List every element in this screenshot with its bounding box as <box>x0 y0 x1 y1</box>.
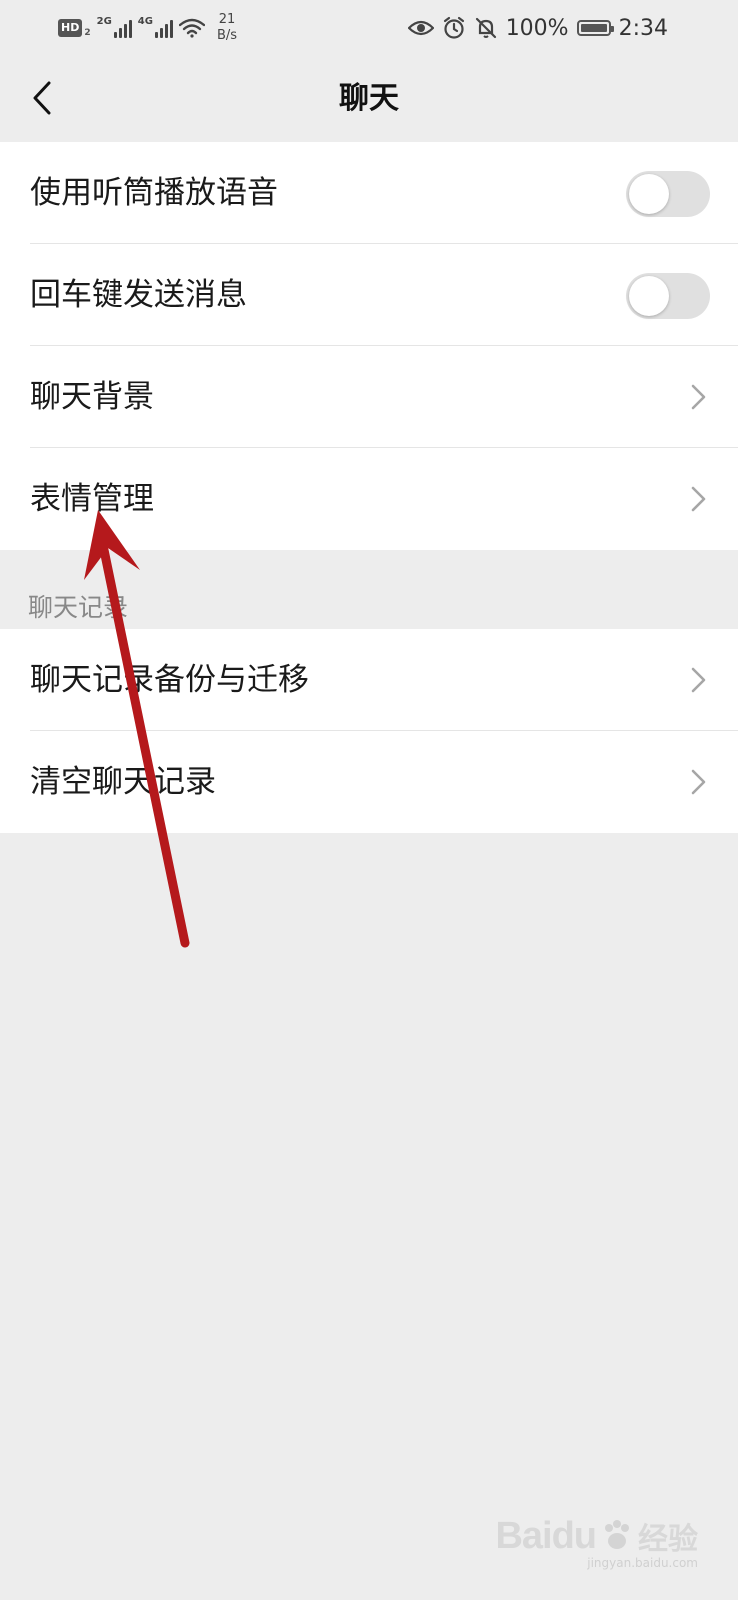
chevron-right-icon <box>691 769 706 795</box>
eye-icon <box>407 20 434 36</box>
setting-row-earpiece-voice: 使用听筒播放语音 <box>0 142 738 244</box>
watermark-cn: 经验 <box>638 1522 698 1557</box>
network-speed: 21 B/s <box>217 12 237 44</box>
watermark-url: jingyan.baidu.com <box>587 1556 698 1570</box>
network-speed-unit: B/s <box>216 28 238 43</box>
watermark-brand: Baidu <box>495 1514 597 1557</box>
setting-row-sticker-management[interactable]: 表情管理 <box>0 448 738 550</box>
earpiece-voice-toggle[interactable] <box>626 171 710 217</box>
battery-icon <box>576 20 614 36</box>
section-header-chat-history: 聊天记录 <box>28 593 129 622</box>
toggle-knob <box>629 276 669 316</box>
chevron-right-icon <box>691 384 706 410</box>
chevron-right-icon <box>691 667 706 693</box>
status-right-group: 100% 2:34 <box>407 12 668 44</box>
alarm-clock-icon <box>443 16 464 39</box>
navigation-bar: 聊天 <box>0 56 738 142</box>
signal-4g-label: 4G <box>137 16 153 27</box>
chat-history-group: 聊天记录备份与迁移 清空聊天记录 <box>0 629 738 833</box>
chevron-right-icon <box>691 486 706 512</box>
setting-label-backup-migrate: 聊天记录备份与迁移 <box>30 662 309 698</box>
setting-row-enter-to-send: 回车键发送消息 <box>0 244 738 346</box>
clock-time: 2:34 <box>618 15 668 41</box>
bell-muted-icon <box>475 17 496 39</box>
chat-settings-group: 使用听筒播放语音 回车键发送消息 聊天背景 表情管理 <box>0 142 738 550</box>
battery-level-fill <box>580 24 607 32</box>
signal-4g-icon: 4G <box>137 16 173 38</box>
setting-label-clear-history: 清空聊天记录 <box>30 764 216 800</box>
enter-to-send-toggle[interactable] <box>626 273 710 319</box>
signal-2g-label: 2G <box>96 16 112 27</box>
chevron-left-icon <box>33 81 51 115</box>
page-title: 聊天 <box>339 81 399 116</box>
setting-row-clear-history[interactable]: 清空聊天记录 <box>0 731 738 833</box>
hd-voice-sim-number: 2 <box>84 28 91 38</box>
back-button[interactable] <box>22 76 62 120</box>
signal-2g-icon: 2G <box>96 16 132 38</box>
setting-row-chat-background[interactable]: 聊天背景 <box>0 346 738 448</box>
watermark-logo: Baidu 经验 <box>495 1514 698 1558</box>
network-speed-value: 21 <box>218 12 236 27</box>
hd-voice-icon: HD <box>58 19 83 37</box>
setting-label-sticker-management: 表情管理 <box>30 481 154 517</box>
paw-icon <box>605 1520 629 1549</box>
status-left-group: HD 2 2G 4G 21 B/s <box>58 12 237 44</box>
battery-percent: 100% <box>505 15 569 41</box>
toggle-knob <box>629 174 669 214</box>
wifi-icon <box>178 18 205 38</box>
status-bar: HD 2 2G 4G 21 B/s 100% 2:34 <box>0 0 738 56</box>
setting-row-backup-migrate[interactable]: 聊天记录备份与迁移 <box>0 629 738 731</box>
setting-label-enter-to-send: 回车键发送消息 <box>30 277 247 313</box>
baidu-watermark: Baidu 经验 jingyan.baidu.com <box>495 1514 698 1571</box>
setting-label-earpiece-voice: 使用听筒播放语音 <box>30 175 278 211</box>
setting-label-chat-background: 聊天背景 <box>30 379 154 415</box>
